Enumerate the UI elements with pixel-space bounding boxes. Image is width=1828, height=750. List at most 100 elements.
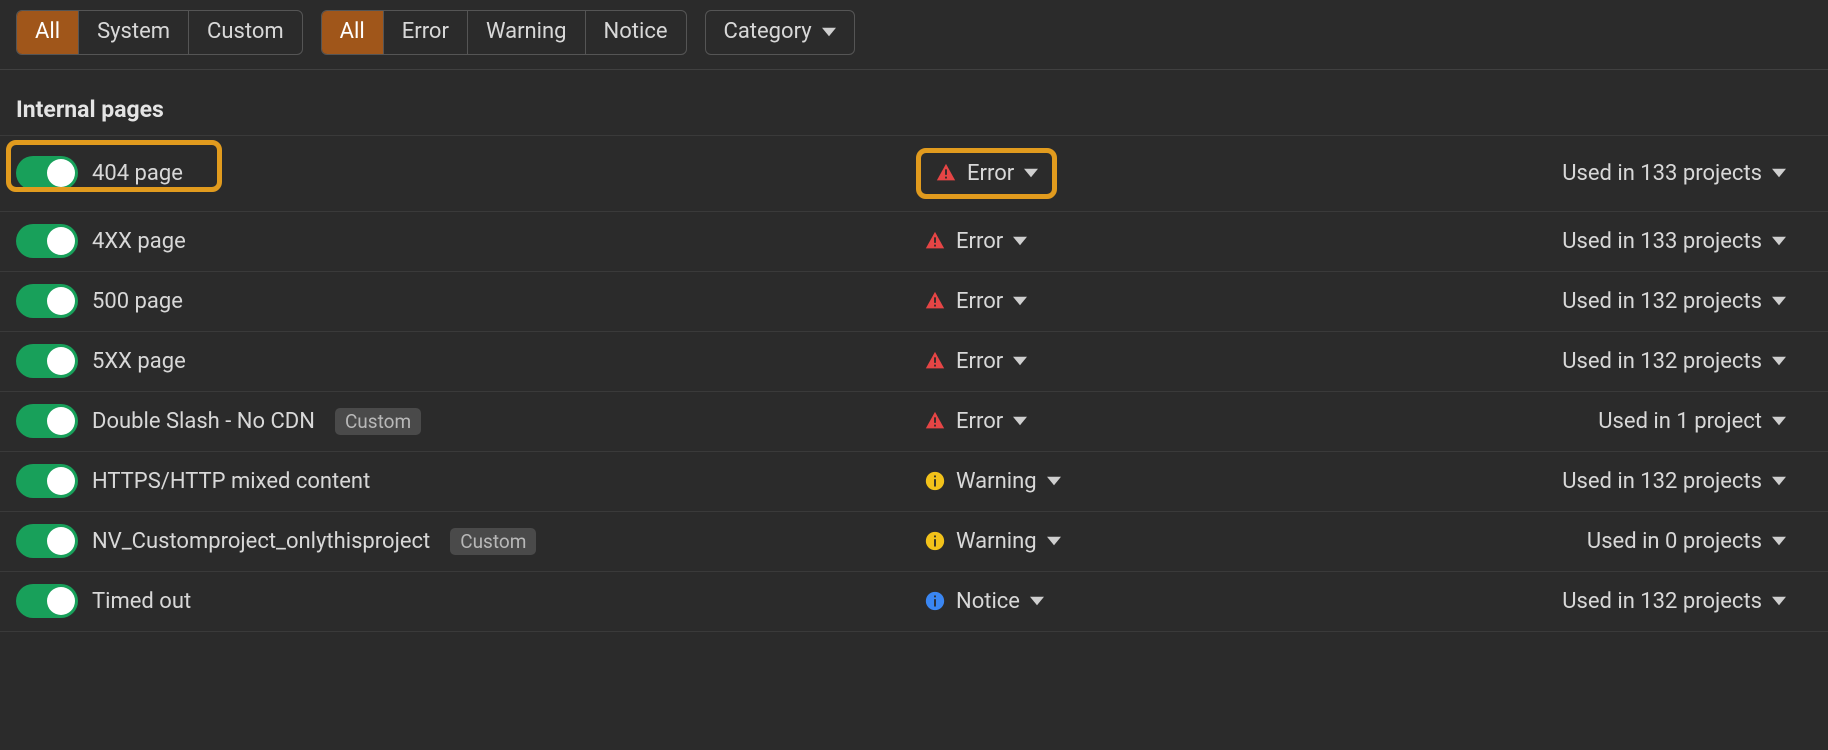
used-in-text: Used in 1 project <box>1598 409 1762 434</box>
severity-dropdown[interactable]: Error <box>916 285 1035 318</box>
used-in-dropdown[interactable]: Used in 133 projects <box>1286 229 1812 254</box>
severity-dropdown[interactable]: Error <box>916 405 1035 438</box>
severity-dropdown[interactable]: Error <box>916 225 1035 258</box>
rule-row: HTTPS/HTTP mixed content Warning Used in 1… <box>0 452 1828 512</box>
chevron-down-icon <box>1013 354 1027 368</box>
severity-label: Error <box>956 409 1003 434</box>
error-icon <box>924 350 946 372</box>
rule-toggle[interactable] <box>16 464 78 498</box>
rule-name-cell: HTTPS/HTTP mixed content <box>16 464 916 498</box>
severity-dropdown[interactable]: Error <box>916 148 1057 199</box>
used-in-text: Used in 0 projects <box>1587 529 1762 554</box>
chevron-down-icon <box>1013 414 1027 428</box>
rule-name: Double Slash - No CDN <box>92 409 315 434</box>
rule-name-cell: Double Slash - No CDN Custom <box>16 404 916 438</box>
rule-toggle[interactable] <box>16 344 78 378</box>
used-in-dropdown[interactable]: Used in 1 project <box>1286 409 1812 434</box>
rule-name-cell: NV_Customproject_onlythisproject Custom <box>16 524 916 558</box>
rule-name-cell: 5XX page <box>16 344 916 378</box>
rule-toggle[interactable] <box>16 284 78 318</box>
chevron-down-icon <box>1772 414 1786 428</box>
rule-toggle[interactable] <box>16 524 78 558</box>
severity-label: Error <box>967 161 1014 186</box>
used-in-text: Used in 132 projects <box>1562 349 1762 374</box>
severity-filter-group: AllErrorWarningNotice <box>321 10 687 55</box>
error-icon <box>924 410 946 432</box>
error-icon <box>924 230 946 252</box>
chevron-down-icon <box>1772 294 1786 308</box>
chevron-down-icon <box>1772 474 1786 488</box>
rule-row: Double Slash - No CDN Custom Error Used in … <box>0 392 1828 452</box>
severity-dropdown[interactable]: Warning <box>916 525 1069 558</box>
used-in-text: Used in 133 projects <box>1562 229 1762 254</box>
rule-name: HTTPS/HTTP mixed content <box>92 469 370 494</box>
severity-label: Warning <box>956 529 1037 554</box>
rule-row: 5XX page Error Used in 132 projects <box>0 332 1828 392</box>
used-in-text: Used in 132 projects <box>1562 469 1762 494</box>
rule-toggle[interactable] <box>16 224 78 258</box>
used-in-dropdown[interactable]: Used in 132 projects <box>1286 469 1812 494</box>
chevron-down-icon <box>1772 534 1786 548</box>
used-in-dropdown[interactable]: Used in 0 projects <box>1286 529 1812 554</box>
severity-filter-warning[interactable]: Warning <box>468 11 586 54</box>
rule-row: NV_Customproject_onlythisproject Custom Wa… <box>0 512 1828 572</box>
category-dropdown[interactable]: Category <box>705 10 855 55</box>
rule-row: 500 page Error Used in 132 projects <box>0 272 1828 332</box>
rule-name: 500 page <box>92 289 183 314</box>
category-label: Category <box>724 17 812 48</box>
chevron-down-icon <box>1024 166 1038 180</box>
warning-icon <box>924 530 946 552</box>
severity-label: Error <box>956 349 1003 374</box>
used-in-dropdown[interactable]: Used in 132 projects <box>1286 289 1812 314</box>
chevron-down-icon <box>1047 534 1061 548</box>
used-in-dropdown[interactable]: Used in 132 projects <box>1286 349 1812 374</box>
type-filter-all[interactable]: All <box>17 11 79 54</box>
used-in-text: Used in 132 projects <box>1562 289 1762 314</box>
rule-name-cell: 500 page <box>16 284 916 318</box>
rule-toggle[interactable] <box>16 156 78 190</box>
error-icon <box>924 290 946 312</box>
custom-badge: Custom <box>335 408 421 435</box>
rule-name: NV_Customproject_onlythisproject <box>92 529 430 554</box>
type-filter-custom[interactable]: Custom <box>189 11 302 54</box>
chevron-down-icon <box>1772 594 1786 608</box>
rules-list: 404 pageErrorUsed in 133 projects4XX pag… <box>0 135 1828 632</box>
severity-label: Error <box>956 289 1003 314</box>
error-icon <box>935 162 957 184</box>
rule-toggle[interactable] <box>16 584 78 618</box>
type-filter-group: AllSystemCustom <box>16 10 303 55</box>
severity-filter-error[interactable]: Error <box>384 11 468 54</box>
chevron-down-icon <box>822 25 836 39</box>
severity-dropdown[interactable]: Warning <box>916 465 1069 498</box>
section-title: Internal pages <box>0 70 1828 135</box>
severity-filter-notice[interactable]: Notice <box>586 11 686 54</box>
severity-dropdown[interactable]: Error <box>916 345 1035 378</box>
used-in-text: Used in 132 projects <box>1562 589 1762 614</box>
type-filter-system[interactable]: System <box>79 11 189 54</box>
rule-toggle[interactable] <box>16 404 78 438</box>
rule-name: Timed out <box>92 589 191 614</box>
notice-icon <box>924 590 946 612</box>
filter-toolbar: AllSystemCustom AllErrorWarningNotice Ca… <box>0 0 1828 70</box>
used-in-dropdown[interactable]: Used in 132 projects <box>1286 589 1812 614</box>
rule-row: 4XX page Error Used in 133 projects <box>0 212 1828 272</box>
chevron-down-icon <box>1013 234 1027 248</box>
custom-badge: Custom <box>450 528 536 555</box>
rule-name: 5XX page <box>92 349 186 374</box>
used-in-text: Used in 133 projects <box>1562 161 1762 186</box>
rule-name-cell: Timed out <box>16 584 916 618</box>
chevron-down-icon <box>1772 166 1786 180</box>
chevron-down-icon <box>1013 294 1027 308</box>
severity-filter-all[interactable]: All <box>322 11 384 54</box>
rule-row: 404 page Error Used in 133 projects <box>0 135 1828 212</box>
chevron-down-icon <box>1047 474 1061 488</box>
rule-row: Timed out Notice Used in 132 projects <box>0 572 1828 632</box>
warning-icon <box>924 470 946 492</box>
rule-name: 404 page <box>92 161 183 186</box>
chevron-down-icon <box>1772 354 1786 368</box>
rule-name-cell: 4XX page <box>16 224 916 258</box>
chevron-down-icon <box>1772 234 1786 248</box>
used-in-dropdown[interactable]: Used in 133 projects <box>1286 161 1812 186</box>
severity-label: Error <box>956 229 1003 254</box>
severity-dropdown[interactable]: Notice <box>916 585 1052 618</box>
